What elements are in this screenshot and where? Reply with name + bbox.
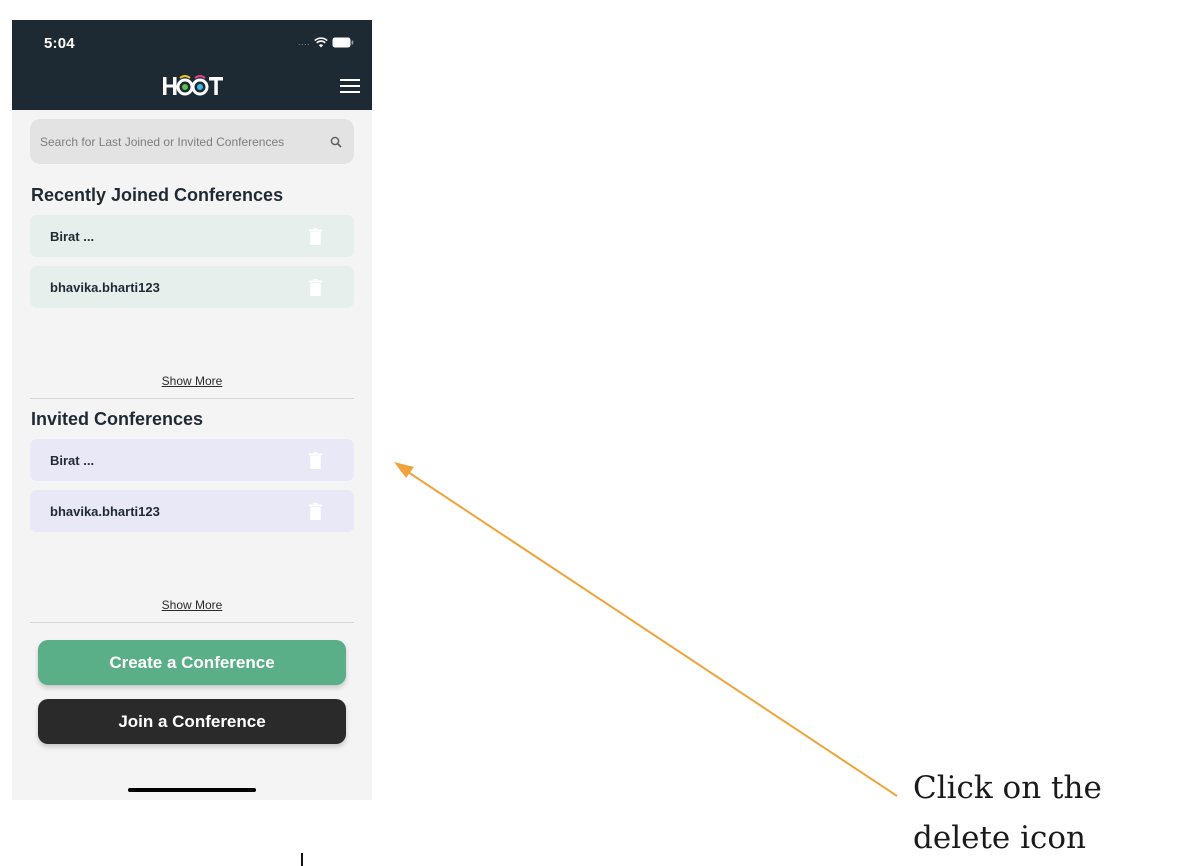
status-icons: .... <box>298 36 354 48</box>
hamburger-menu-icon[interactable] <box>340 77 360 95</box>
trash-icon[interactable] <box>309 279 322 296</box>
recent-show-more-link[interactable]: Show More <box>12 374 372 388</box>
divider <box>30 622 354 623</box>
conference-name: Birat ... <box>50 453 95 468</box>
text-cursor-mark <box>301 853 303 866</box>
conference-name: Birat ... <box>50 229 95 244</box>
annotation-text: Click on the delete icon <box>913 770 1102 856</box>
home-indicator <box>128 788 256 792</box>
invited-conference-item[interactable]: Birat ... <box>30 439 354 481</box>
status-time: 5:04 <box>44 35 75 52</box>
hoot-logo <box>160 72 226 100</box>
battery-icon <box>332 37 354 48</box>
trash-icon[interactable] <box>309 228 322 245</box>
search-icon[interactable] <box>330 135 342 148</box>
conference-name: bhavika.bharti123 <box>50 280 160 295</box>
search-input[interactable] <box>40 119 320 164</box>
trash-icon[interactable] <box>309 503 322 520</box>
invited-show-more-link[interactable]: Show More <box>12 598 372 612</box>
status-bar: 5:04 .... <box>12 20 372 64</box>
invited-conference-item[interactable]: bhavika.bharti123 <box>30 490 354 532</box>
trash-icon[interactable] <box>309 452 322 469</box>
recent-conference-item[interactable]: Birat ... <box>30 215 354 257</box>
join-conference-button[interactable]: Join a Conference <box>38 699 346 744</box>
signal-icon: .... <box>297 37 310 47</box>
invited-section-title: Invited Conferences <box>31 409 204 429</box>
app-header <box>12 64 372 110</box>
phone-screen: 5:04 .... Search for Last Joined or Invi… <box>12 20 372 800</box>
wifi-icon <box>314 36 328 48</box>
search-box <box>30 119 354 164</box>
divider <box>30 398 354 399</box>
conference-name: bhavika.bharti123 <box>50 504 160 519</box>
create-conference-button[interactable]: Create a Conference <box>38 640 346 685</box>
recent-conference-item[interactable]: bhavika.bharti123 <box>30 266 354 308</box>
recent-section-title: Recently Joined Conferences <box>31 185 284 205</box>
